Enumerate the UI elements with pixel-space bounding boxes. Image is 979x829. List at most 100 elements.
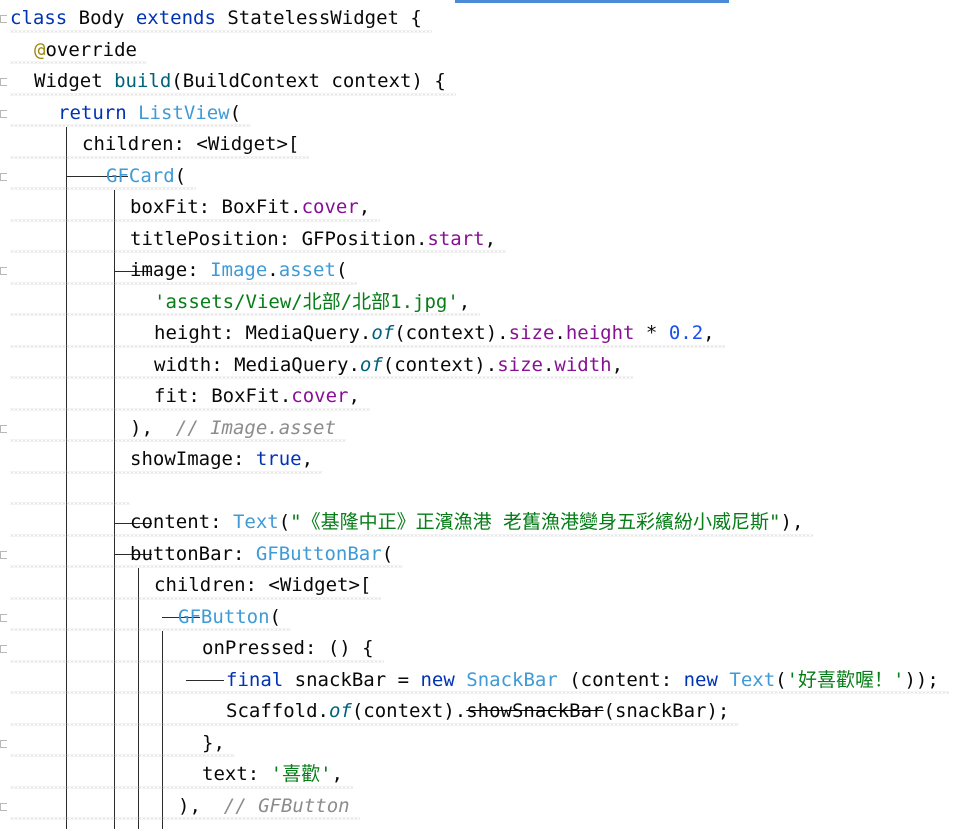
code-line[interactable]: boxFit: BoxFit.cover,	[0, 192, 979, 224]
code-token: ));	[904, 668, 939, 691]
code-line[interactable]: content: Text("《基隆中正》正濱漁港 老舊漁港變身五彩繽紛小威尼斯…	[0, 507, 979, 539]
code-line[interactable]: fit: BoxFit.cover,	[0, 381, 979, 413]
code-token: SnackBar	[466, 668, 558, 691]
code-line[interactable]: ), // Image.asset	[0, 413, 979, 445]
code-text: showImage: true,	[130, 444, 313, 476]
fold-marker-icon[interactable]	[0, 172, 7, 181]
code-token: @	[34, 38, 46, 61]
code-token: },	[202, 731, 225, 754]
code-text: width: MediaQuery.of(context).size.width…	[154, 350, 623, 382]
code-token: snackBar =	[294, 668, 421, 691]
code-token: Text	[729, 668, 776, 691]
code-line[interactable]	[0, 476, 979, 508]
code-token: '喜歡'	[270, 763, 332, 785]
code-token: StatelessWidget {	[227, 7, 422, 29]
code-token: ,	[301, 448, 314, 470]
code-token: Image	[210, 259, 268, 281]
code-line[interactable]: final snackBar = new SnackBar (content: …	[0, 665, 979, 697]
code-token: final	[226, 668, 295, 691]
code-text: fit: BoxFit.cover,	[154, 381, 360, 413]
code-line[interactable]: width: MediaQuery.of(context).size.width…	[0, 350, 979, 382]
code-text: onPressed: () {	[202, 633, 374, 665]
code-token: (context).	[382, 353, 498, 376]
code-token: (	[381, 542, 394, 565]
code-line[interactable]: 'assets/View/北部/北部1.jpg',	[0, 287, 979, 319]
code-line[interactable]: ), // GFButton	[0, 791, 979, 823]
code-token: onPressed: () {	[202, 637, 374, 659]
code-line[interactable]: GFCard(	[0, 161, 979, 193]
code-text: final snackBar = new SnackBar (content: …	[226, 665, 939, 697]
code-token: // GFButton	[223, 794, 350, 817]
code-text: GFButton(	[178, 602, 281, 634]
code-line[interactable]: Widget build(BuildContext context) {	[0, 66, 979, 98]
code-line[interactable]: class Body extends StatelessWidget {	[0, 3, 979, 35]
code-token: (content:	[557, 668, 684, 691]
code-token: (	[229, 101, 242, 124]
fold-marker-icon[interactable]	[0, 550, 7, 559]
code-token: '好喜歡喔！'	[786, 668, 905, 691]
code-token: content:	[130, 511, 233, 533]
code-token: boxFit: BoxFit.	[130, 196, 302, 218]
fold-marker-icon[interactable]	[0, 613, 7, 622]
code-text: titlePosition: GFPosition.start,	[130, 224, 496, 256]
code-token: width	[554, 353, 612, 376]
code-token: ,	[348, 385, 360, 407]
code-token: Text	[232, 511, 279, 533]
code-token: Body	[78, 7, 136, 29]
code-line[interactable]: onPressed: () {	[0, 633, 979, 665]
code-text: Widget build(BuildContext context) {	[34, 66, 446, 98]
code-text: ), // Image.asset	[130, 413, 336, 445]
code-line[interactable]: text: '喜歡',	[0, 759, 979, 791]
fold-marker-icon[interactable]	[0, 15, 7, 23]
code-text: boxFit: BoxFit.cover,	[130, 192, 370, 224]
code-token: ),	[780, 511, 804, 533]
code-token: new	[420, 668, 467, 691]
code-token: size	[508, 322, 555, 344]
code-token: return	[58, 101, 139, 124]
fold-marker-icon[interactable]	[0, 802, 7, 811]
code-text: content: Text("《基隆中正》正濱漁港 老舊漁港變身五彩繽紛小威尼斯…	[130, 507, 803, 539]
code-token: children: <Widget>[	[82, 133, 300, 155]
code-token: ,	[358, 196, 371, 218]
code-token: GFButton	[178, 605, 270, 628]
code-token: asset	[278, 259, 336, 281]
code-token: ,	[331, 763, 343, 785]
code-line[interactable]: height: MediaQuery.of(context).size.heig…	[0, 318, 979, 350]
fold-marker-icon[interactable]	[0, 645, 7, 653]
code-token: ListView	[138, 101, 230, 124]
code-token: extends	[135, 7, 228, 29]
code-line[interactable]: @override	[0, 35, 979, 67]
code-token: GFButtonBar	[255, 542, 382, 565]
code-line[interactable]: return ListView(	[0, 98, 979, 130]
code-line[interactable]: Scaffold.of(context).showSnackBar(snackB…	[0, 696, 979, 728]
code-line[interactable]: showImage: true,	[0, 444, 979, 476]
fold-marker-icon[interactable]	[0, 739, 7, 748]
code-token: of	[359, 353, 383, 376]
code-text: },	[202, 728, 225, 760]
fold-marker-icon[interactable]	[0, 109, 7, 118]
code-line[interactable]: },	[0, 728, 979, 760]
code-line[interactable]: GFButton(	[0, 602, 979, 634]
fold-marker-icon[interactable]	[0, 424, 7, 433]
code-line[interactable]: children: <Widget>[	[0, 570, 979, 602]
code-text: return ListView(	[58, 98, 241, 130]
code-line[interactable]: buttonBar: GFButtonBar(	[0, 539, 979, 571]
code-line[interactable]: image: Image.asset(	[0, 255, 979, 287]
code-line[interactable]: titlePosition: GFPosition.start,	[0, 224, 979, 256]
code-line[interactable]: children: <Widget>[	[0, 129, 979, 161]
code-token: image:	[130, 259, 211, 281]
code-token: (BuildContext context) {	[171, 70, 446, 92]
fold-marker-icon[interactable]	[0, 78, 7, 86]
code-text: image: Image.asset(	[130, 255, 347, 287]
code-text: buttonBar: GFButtonBar(	[130, 539, 393, 571]
code-token: fit: BoxFit.	[154, 385, 292, 407]
code-token: of	[328, 700, 352, 722]
code-token: ,	[703, 322, 715, 344]
code-token: 0.2	[668, 322, 704, 344]
code-token: override	[45, 38, 137, 61]
code-editor[interactable]: class Body extends StatelessWidget {@ove…	[0, 0, 979, 829]
code-token: size	[497, 353, 543, 376]
fold-marker-icon[interactable]	[0, 267, 7, 275]
code-token: (	[269, 605, 281, 628]
code-token: height	[565, 322, 635, 344]
